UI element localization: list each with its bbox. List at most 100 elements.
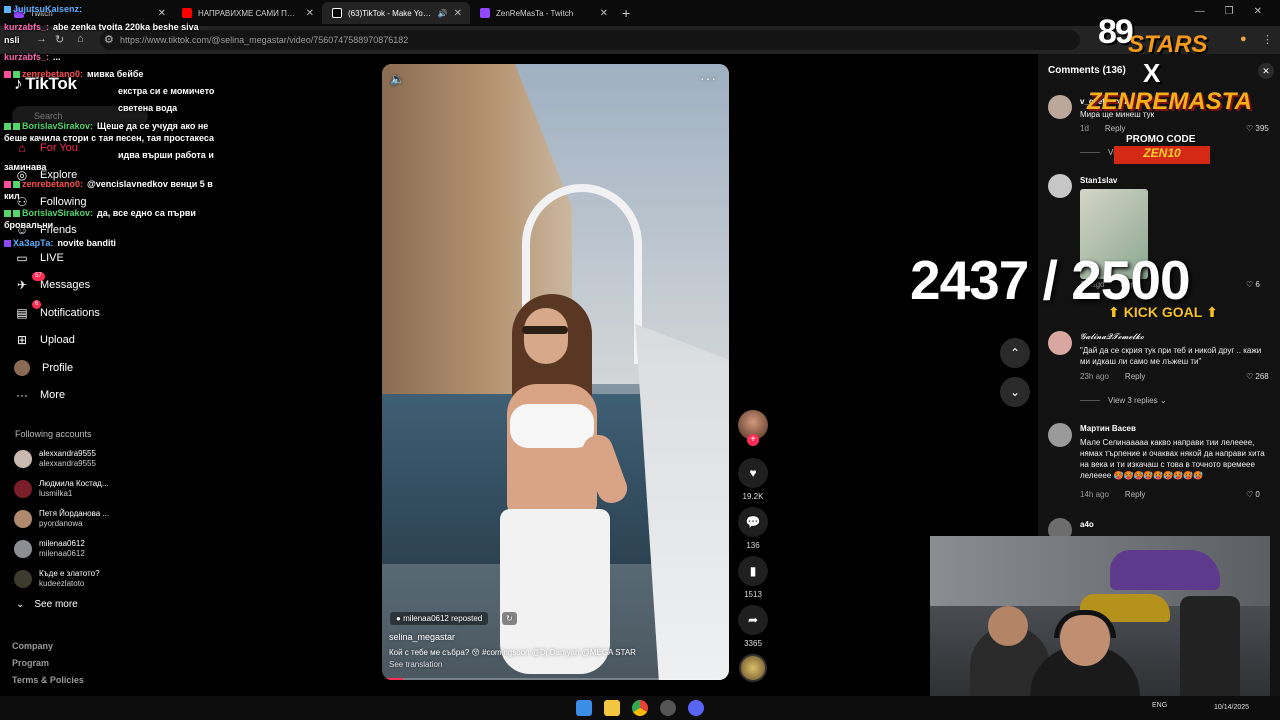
menu-icon[interactable]: ⋮	[1262, 33, 1273, 46]
chat-user: JujutsuKaisenz:	[13, 4, 83, 14]
home-icon[interactable]: ⌂	[77, 33, 84, 45]
maximize-icon[interactable]: ❐	[1225, 6, 1234, 17]
comment-author[interactable]: Мартин Васев	[1080, 424, 1136, 433]
comment-author[interactable]: Stan1slav	[1080, 176, 1117, 185]
forward-icon[interactable]: →	[36, 33, 47, 45]
share-button[interactable]: ➦ 3365	[738, 605, 768, 648]
following-accounts-title: Following accounts	[15, 429, 92, 439]
profile-avatar-icon[interactable]: ●	[1240, 33, 1247, 45]
avatar[interactable]	[1048, 95, 1072, 119]
chrome-dev-icon[interactable]	[660, 700, 676, 716]
avatar	[14, 570, 32, 588]
comment-like[interactable]: ♡ 6	[1246, 280, 1260, 289]
footer-link-terms[interactable]: Terms & Policies	[12, 675, 84, 685]
discord-icon[interactable]	[688, 700, 704, 716]
nav-messages[interactable]: ✈ 57 Messages	[12, 272, 90, 296]
reply-button[interactable]: Reply	[1125, 490, 1145, 499]
next-video-button[interactable]: ⌄	[1000, 377, 1030, 407]
chat-user: BorislavSirakov:	[22, 121, 94, 131]
chat-user: kurzabfs_:	[4, 22, 50, 32]
file-explorer-icon[interactable]	[604, 700, 620, 716]
repost-avatar-icon: ●	[396, 614, 404, 623]
chat-message: ХаЗарТа: novite banditi	[4, 238, 116, 248]
video-progress-bar[interactable]	[382, 678, 729, 680]
music-disc-icon[interactable]	[739, 654, 767, 682]
footer-link-program[interactable]: Program	[12, 658, 49, 668]
avatar[interactable]	[1048, 423, 1072, 447]
nav-upload[interactable]: ⊞ Upload	[12, 329, 75, 351]
close-icon[interactable]: ✕	[454, 8, 462, 19]
chat-badge-icon	[13, 123, 20, 131]
chat-message: екстра си е момичето	[118, 86, 214, 96]
previous-video-button[interactable]: ⌃	[1000, 338, 1030, 368]
comment-button[interactable]: 💬 136	[738, 507, 768, 550]
tab-youtube[interactable]: НАПРАВИХМЕ САМИ ПОКРИВ ✕	[172, 2, 322, 24]
repost-chip[interactable]: ● milenaa0612 reposted	[390, 612, 489, 625]
nav-profile[interactable]: Profile	[12, 357, 73, 379]
video-author[interactable]: selina_megastar	[389, 632, 455, 642]
avatar	[14, 510, 32, 528]
chat-text: ...	[53, 52, 61, 62]
avatar[interactable]	[1048, 174, 1072, 198]
nav-live[interactable]: ▭ LIVE	[12, 247, 64, 269]
avatar	[14, 480, 32, 498]
follow-plus-icon[interactable]: +	[747, 434, 759, 446]
tab-tiktok[interactable]: (63)TikTok - Make Your Day 🔊 ✕	[322, 2, 470, 24]
more-options-icon[interactable]: ···	[700, 70, 717, 86]
webcam-person-head	[988, 606, 1028, 646]
comment-like[interactable]: ♡ 268	[1246, 372, 1269, 381]
avatar[interactable]	[1048, 331, 1072, 355]
chat-message: бровальни	[4, 220, 53, 230]
following-account[interactable]: milenaa0612 milenaa0612	[14, 537, 85, 561]
heart-icon: ♡	[1246, 372, 1256, 381]
nav-label: Notifications	[40, 307, 100, 319]
volume-icon[interactable]: 🔈	[390, 72, 405, 86]
comment-author[interactable]: 𝓖𝓪𝓵𝓲𝓷𝓪𝓠𝓣𝓮𝓶𝓮𝓵𝓴𝓸	[1080, 332, 1144, 342]
following-account[interactable]: Петя Йорданова ... pyordanowa	[14, 507, 109, 531]
taskbar: ENG 10/14/2025	[0, 696, 1280, 720]
language-indicator[interactable]: ENG	[1152, 702, 1167, 709]
see-more-button[interactable]: ⌄ See more	[16, 599, 78, 610]
close-window-icon[interactable]: ✕	[1254, 6, 1262, 17]
following-account[interactable]: Къде е златото? kudeezlatoto	[14, 567, 100, 591]
site-info-icon[interactable]: ⚙	[104, 33, 114, 46]
tiktok-icon	[332, 8, 342, 18]
messages-badge: 57	[32, 272, 45, 281]
tab-zenremasta[interactable]: ZenReMasTa - Twitch ✕	[470, 2, 616, 24]
close-comments-button[interactable]: ✕	[1258, 63, 1274, 79]
chat-text: беше качила стори с тая песен, тая прост…	[4, 133, 215, 143]
nav-notifications[interactable]: ▤ 6 Notifications	[12, 300, 100, 324]
reload-icon[interactable]: ↻	[55, 33, 64, 46]
repost-icon[interactable]: ↻	[502, 612, 517, 625]
speaker-icon[interactable]: 🔊	[438, 9, 448, 18]
new-tab-button[interactable]: +	[622, 5, 630, 21]
reply-button[interactable]: Reply	[1125, 372, 1145, 381]
reply-button[interactable]: Reply	[1105, 124, 1125, 133]
nav-label: For You	[40, 142, 78, 154]
following-account[interactable]: Людмила Костад... lusmilka1	[14, 477, 109, 501]
like-button[interactable]: ♥ 19.2K	[738, 458, 768, 501]
following-account[interactable]: alexxandra9555 alexxandra9555	[14, 447, 96, 471]
see-translation-link[interactable]: See translation	[389, 660, 442, 669]
close-icon[interactable]: ✕	[158, 8, 166, 19]
comment-like[interactable]: ♡ 395	[1246, 124, 1269, 133]
chrome-icon[interactable]	[632, 700, 648, 716]
save-button[interactable]: ▮ 1513	[738, 556, 768, 599]
comment-author[interactable]: a4o	[1080, 520, 1094, 529]
twitch-icon	[480, 8, 490, 18]
url-text[interactable]: https://www.tiktok.com/@selina_megastar/…	[120, 35, 408, 45]
taskbar-date[interactable]: 10/14/2025	[1214, 704, 1249, 711]
chat-text: novite banditi	[57, 238, 116, 248]
nav-more[interactable]: ··· More	[12, 384, 65, 406]
account-name: alexxandra9555	[39, 449, 96, 458]
comment-like[interactable]: ♡ 0	[1246, 490, 1260, 499]
video-player[interactable]: 🔈 ··· ● milenaa0612 reposted ↻ selina_me…	[382, 64, 729, 680]
view-replies-button[interactable]: View 3 replies ⌄	[1080, 396, 1167, 405]
close-icon[interactable]: ✕	[600, 8, 608, 19]
sponsor-logo-word: STARS	[1128, 31, 1208, 58]
windows-start-icon[interactable]	[576, 700, 592, 716]
chat-badge-icon	[13, 71, 20, 79]
close-icon[interactable]: ✕	[306, 8, 314, 19]
footer-link-company[interactable]: Company	[12, 641, 53, 651]
comment-like-count: 6	[1255, 280, 1260, 289]
